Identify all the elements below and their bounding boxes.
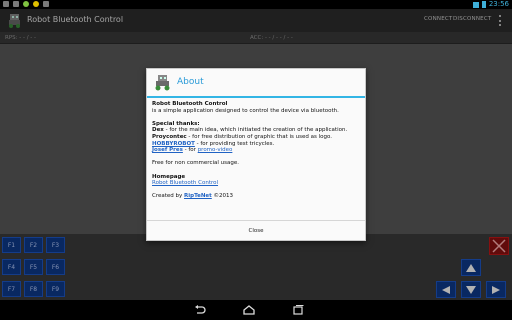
dialog-title: About [177,77,204,87]
dialog-header: About [147,69,365,96]
promo-video-link[interactable]: promo-video [198,147,233,153]
homepage-heading: Homepage [152,173,186,180]
close-button-label: Close [248,227,264,234]
app-description: is a simple application designed to cont… [152,107,339,114]
status-bar: 23:56 [0,0,512,9]
navigation-bar [0,300,512,320]
thanks-line: Dex - for the main idea, which initiated… [152,127,348,134]
battery-icon [481,1,486,8]
dialog-body: Robot Bluetooth Control is a simple appl… [152,101,362,200]
wifi-icon [472,1,479,8]
hobbyrobot-link[interactable]: HOBBYROBOT [152,141,195,147]
close-button[interactable]: Close [147,220,365,240]
bulb-icon [33,1,39,7]
back-icon[interactable] [193,303,207,317]
thanks-heading: Special thanks: [152,120,200,127]
notification-icon [3,1,9,7]
usb-icon [13,1,19,7]
author-link[interactable]: RipTeNet [184,193,212,199]
thanks-line: HOBBYROBOT - for providing test tricycle… [152,140,275,147]
robot-logo-icon [155,75,170,91]
thanks-line: Proycontec - for free distribution of gr… [152,133,333,140]
home-icon[interactable] [242,303,256,317]
download-icon [43,1,49,7]
credits-line: Created by RipTeNet ©2013 [152,193,234,200]
recent-apps-icon[interactable] [291,303,305,317]
thanks-line: Josef Pres - for promo-video [152,147,233,154]
license-text: Free for non commercial usage. [152,160,239,167]
clock: 23:56 [488,0,509,8]
josef-pres-link[interactable]: Josef Pres [152,147,183,153]
android-icon [23,1,29,7]
homepage-link[interactable]: Robot Bluetooth Control [152,180,218,186]
about-dialog: About Robot Bluetooth Control is a simpl… [146,68,366,241]
title-divider [147,96,365,98]
app-name: Robot Bluetooth Control [152,101,228,107]
